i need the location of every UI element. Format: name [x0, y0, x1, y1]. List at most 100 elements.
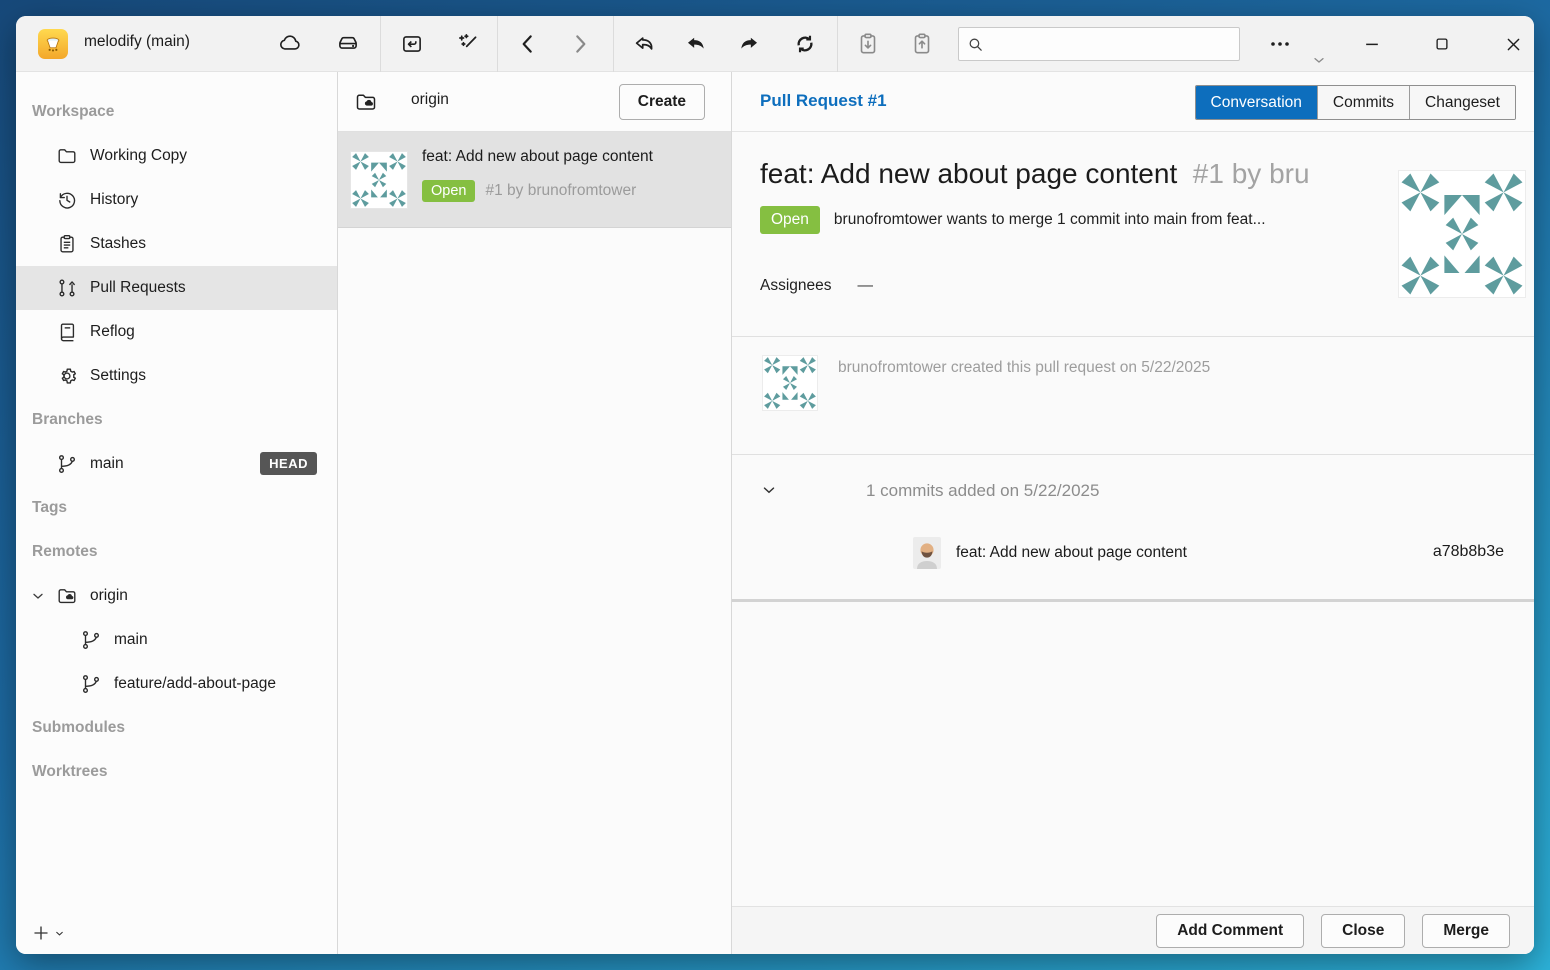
pr-title-section: feat: Add new about page content #1 by b… [732, 132, 1534, 337]
chevron-down-icon [1311, 52, 1327, 68]
app-logo-icon [43, 34, 63, 54]
add-comment-button[interactable]: Add Comment [1156, 914, 1304, 948]
created-event-section: brunofromtower created this pull request… [732, 337, 1534, 455]
pr-title-text: feat: Add new about page content [760, 158, 1177, 189]
sidebar-item-stashes[interactable]: Stashes [16, 222, 337, 266]
close-button[interactable] [1496, 27, 1530, 61]
sidebar-item-remote-branch-feature[interactable]: feature/add-about-page [16, 662, 337, 706]
sidebar-section-submodules: Submodules [16, 706, 337, 750]
chevron-down-icon[interactable] [30, 588, 46, 604]
detail-tabs: Conversation Commits Changeset [1195, 85, 1516, 120]
clipboard-up-icon [909, 31, 935, 57]
commit-message: feat: Add new about page content [956, 544, 1187, 562]
remote-cloud-folder-icon [56, 585, 78, 607]
commits-collapse-button[interactable] [760, 480, 780, 500]
head-badge: HEAD [260, 452, 317, 475]
sidebar-section-branches: Branches [16, 398, 337, 442]
sync-arrows-icon [792, 31, 818, 57]
stash-clipboard-icon [56, 233, 78, 255]
sidebar-section-remotes: Remotes [16, 530, 337, 574]
sidebar-item-label: main [114, 631, 148, 649]
hard-drive-icon [335, 31, 361, 57]
search-input[interactable] [958, 27, 1240, 61]
stash-pop-button[interactable] [905, 27, 939, 61]
magic-actions-button[interactable] [451, 27, 485, 61]
git-branch-icon [80, 629, 102, 651]
created-event-text: brunofromtower created this pull request… [838, 359, 1210, 377]
toolbar-overflow-chevron[interactable] [1306, 50, 1332, 70]
pr-title-suffix [1185, 158, 1193, 189]
status-badge: Open [760, 206, 820, 234]
magic-wand-icon [455, 31, 481, 57]
push-button[interactable] [732, 27, 766, 61]
forward-button[interactable] [563, 27, 597, 61]
app-icon [38, 29, 68, 59]
stash-save-button[interactable] [851, 27, 885, 61]
add-repository-button[interactable] [32, 924, 65, 942]
chevron-down-icon [54, 928, 65, 939]
pr-list-header: origin Create [338, 72, 731, 132]
toolbar-divider [613, 16, 614, 72]
tab-changeset[interactable]: Changeset [1409, 86, 1515, 119]
pr-list-item[interactable]: feat: Add new about page content Open #1… [338, 132, 731, 228]
create-pr-button[interactable]: Create [619, 84, 705, 120]
sidebar-item-settings[interactable]: Settings [16, 354, 337, 398]
sidebar-section-worktrees: Worktrees [16, 750, 337, 794]
avatar-identicon [762, 355, 818, 411]
pull-request-list-panel: origin Create feat: Add new about page c… [338, 72, 732, 954]
open-repository-button[interactable] [395, 27, 429, 61]
minimize-button[interactable] [1355, 27, 1389, 61]
maximize-button[interactable] [1425, 27, 1459, 61]
pull-button[interactable] [679, 27, 713, 61]
sidebar-item-label: Working Copy [90, 147, 187, 165]
main-area: Workspace Working Copy History [16, 72, 1534, 954]
pull-request-icon [56, 277, 78, 299]
maximize-icon [1433, 35, 1451, 53]
chevron-down-icon [760, 481, 778, 499]
pr-detail-title: Pull Request #1 [760, 91, 887, 111]
folder-icon [56, 145, 78, 167]
cloud-button[interactable] [273, 27, 307, 61]
tab-conversation[interactable]: Conversation [1196, 86, 1317, 119]
sidebar-item-pull-requests[interactable]: Pull Requests [16, 266, 337, 310]
toolbar-divider [497, 16, 498, 72]
minimize-icon [1362, 34, 1382, 54]
pr-item-title: feat: Add new about page content [422, 148, 653, 166]
sidebar-item-label: Stashes [90, 235, 146, 253]
gear-icon [56, 365, 78, 387]
sidebar-item-label: main [90, 455, 124, 473]
sidebar-item-history[interactable]: History [16, 178, 337, 222]
assignees-value: — [858, 277, 874, 295]
sidebar-item-remote-branch-main[interactable]: main [16, 618, 337, 662]
sidebar-item-label: origin [90, 587, 128, 605]
undo-button[interactable] [627, 27, 661, 61]
sidebar-item-label: Reflog [90, 323, 135, 341]
sidebar-item-branch-main[interactable]: main HEAD [16, 442, 337, 486]
pr-item-meta: #1 by brunofromtower [485, 182, 636, 200]
back-button[interactable] [511, 27, 545, 61]
titlebar: melodify (main) [16, 16, 1534, 72]
cloud-icon [277, 31, 303, 57]
sidebar-item-remote-origin[interactable]: origin [16, 574, 337, 618]
sidebar: Workspace Working Copy History [16, 72, 338, 954]
chevron-left-icon [515, 31, 541, 57]
toolbar-divider [837, 16, 838, 72]
commit-row[interactable]: feat: Add new about page content a78b8b3… [732, 537, 1534, 573]
remote-name-label: origin [411, 91, 449, 109]
sidebar-item-working-copy[interactable]: Working Copy [16, 134, 337, 178]
merge-button[interactable]: Merge [1422, 914, 1510, 948]
close-icon [1504, 35, 1523, 54]
close-pr-button[interactable]: Close [1321, 914, 1405, 948]
commits-group-section: 1 commits added on 5/22/2025 feat: Add n… [732, 455, 1534, 602]
local-drive-button[interactable] [331, 27, 365, 61]
pr-number-author: #1 by bru [1193, 158, 1310, 189]
sidebar-item-reflog[interactable]: Reflog [16, 310, 337, 354]
fetch-sync-button[interactable] [788, 27, 822, 61]
chevron-right-icon [567, 31, 593, 57]
more-options-button[interactable] [1263, 27, 1297, 61]
window-title: melodify (main) [84, 33, 190, 51]
search-field[interactable] [990, 36, 1231, 52]
tab-commits[interactable]: Commits [1317, 86, 1409, 119]
repo-box-return-icon [399, 31, 425, 57]
ellipsis-icon [1268, 32, 1292, 56]
